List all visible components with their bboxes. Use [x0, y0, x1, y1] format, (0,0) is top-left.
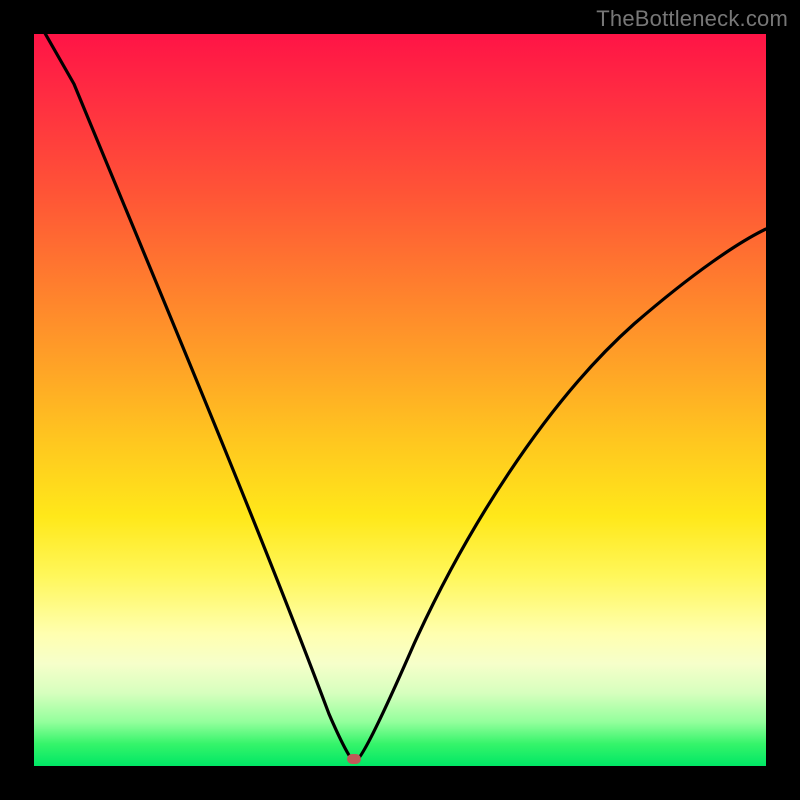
plot-area	[34, 34, 766, 766]
chart-frame: TheBottleneck.com	[0, 0, 800, 800]
optimal-point-marker	[347, 754, 361, 764]
bottleneck-curve	[34, 34, 766, 766]
watermark-text: TheBottleneck.com	[596, 6, 788, 32]
